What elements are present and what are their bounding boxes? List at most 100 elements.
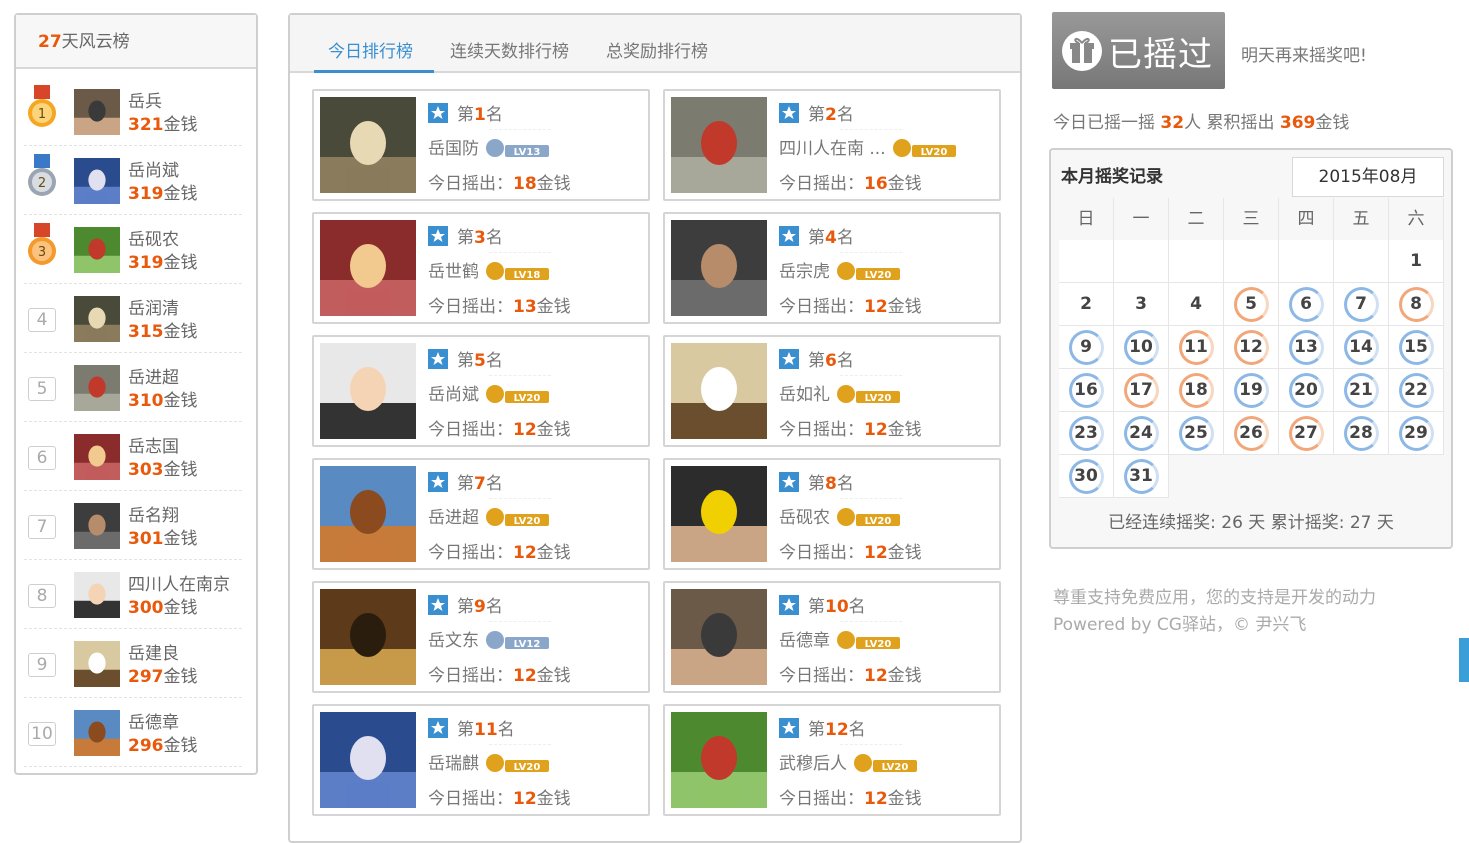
weekday-label: 日 [1059,198,1114,240]
already-shaken-button[interactable]: 已摇过 [1052,12,1225,89]
card-name-text[interactable]: 岳文东 [428,631,479,651]
avatar[interactable] [74,365,120,411]
stats-coins: 369 [1279,113,1316,133]
user-name[interactable]: 岳尚斌 [128,156,179,181]
ranking-card[interactable]: 第9名 岳文东 LV12 今日摇出：12金钱 [312,581,650,693]
level-badge-icon: LV20 [892,139,956,158]
card-user-name: 岳砚农 LV20 [779,503,902,528]
level-badge-icon: LV20 [854,754,917,773]
day-number: 21 [1349,380,1373,400]
user-name[interactable]: 岳砚农 [128,225,179,250]
leaderboard-row[interactable]: 2 岳尚斌 319金钱 [24,146,242,215]
user-name[interactable]: 岳名翔 [128,501,179,526]
place-label: 第8名 [779,469,854,494]
place-label: 第9名 [428,592,503,617]
day-number: 23 [1074,423,1098,443]
ranking-card[interactable]: 第6名 岳如礼 LV20 今日摇出：12金钱 [663,335,1001,447]
calendar-days: 1 2 3 4 5 6 7 8 9 10 11 12 13 14 15 16 17 18 19 20 21 22 23 24 2… [1059,240,1445,498]
leaderboard-row[interactable]: 1 岳兵 321金钱 [24,77,242,146]
ranking-card[interactable]: 第7名 岳进超 LV20 今日摇出：12金钱 [312,458,650,570]
user-name[interactable]: 岳兵 [128,87,162,112]
card-name-text[interactable]: 岳世鹤 [428,262,479,282]
ranking-card[interactable]: 第1名 岳国防 LV13 今日摇出：18金钱 [312,89,650,201]
star-icon [779,718,799,738]
day-number: 30 [1074,466,1098,486]
card-name-text[interactable]: 岳进超 [428,508,479,528]
user-photo[interactable] [671,466,767,562]
ranking-card[interactable]: 第3名 岳世鹤 LV18 今日摇出：13金钱 [312,212,650,324]
tab-consecutive[interactable]: 连续天数排行榜 [450,37,569,62]
calendar-day: 28 [1334,412,1389,455]
ranking-card[interactable]: 第12名 武穆后人 LV20 今日摇出：12金钱 [663,704,1001,816]
user-photo[interactable] [320,466,416,562]
amount-value: 12 [513,543,537,563]
amount-value: 12 [513,789,537,809]
avatar[interactable] [74,434,120,480]
avatar[interactable] [74,503,120,549]
user-photo[interactable] [320,589,416,685]
ranking-card[interactable]: 第2名 四川人在南 ... LV20 今日摇出：16金钱 [663,89,1001,201]
ranking-card[interactable]: 第5名 岳尚斌 LV20 今日摇出：12金钱 [312,335,650,447]
amount-value: 12 [864,420,888,440]
stats-mid: 人 累积摇出 [1184,113,1280,133]
card-name-text[interactable]: 岳砚农 [779,508,830,528]
card-name-text[interactable]: 岳国防 [428,139,479,159]
avatar[interactable] [74,227,120,273]
user-name[interactable]: 岳润清 [128,294,179,319]
user-name[interactable]: 岳德章 [128,708,179,733]
leaderboard-row[interactable]: 8 四川人在南京 300金钱 [24,560,242,629]
user-photo[interactable] [320,220,416,316]
user-name[interactable]: 岳志国 [128,432,179,457]
leaderboard-row[interactable]: 3 岳砚农 319金钱 [24,215,242,284]
leaderboard-row[interactable]: 7 岳名翔 301金钱 [24,491,242,560]
avatar[interactable] [74,89,120,135]
user-name[interactable]: 四川人在南京 [128,570,230,595]
user-photo[interactable] [671,220,767,316]
user-photo[interactable] [320,343,416,439]
leaderboard-row[interactable]: 4 岳润清 315金钱 [24,284,242,353]
avatar[interactable] [74,296,120,342]
card-name-text[interactable]: 岳尚斌 [428,385,479,405]
user-photo[interactable] [320,97,416,193]
card-name-text[interactable]: 四川人在南 ... [779,139,886,159]
side-float-tab[interactable] [1459,638,1469,682]
user-name[interactable]: 岳进超 [128,363,179,388]
tab-total[interactable]: 总奖励排行榜 [606,37,708,62]
ranking-card[interactable]: 第11名 岳瑞麒 LV20 今日摇出：12金钱 [312,704,650,816]
ranking-card[interactable]: 第8名 岳砚农 LV20 今日摇出：12金钱 [663,458,1001,570]
level-text: LV20 [514,516,541,527]
avatar[interactable] [74,710,120,756]
card-name-text[interactable]: 岳瑞麒 [428,754,479,774]
user-name[interactable]: 岳建良 [128,639,179,664]
card-name-text[interactable]: 岳如礼 [779,385,830,405]
leaderboard-row[interactable]: 9 岳建良 297金钱 [24,629,242,698]
coins-unit: 金钱 [163,667,198,687]
ranking-card[interactable]: 第10名 岳德章 LV20 今日摇出：12金钱 [663,581,1001,693]
card-name-text[interactable]: 岳德章 [779,631,830,651]
calendar-day: 14 [1334,326,1389,369]
amount-value: 12 [864,297,888,317]
leaderboard-row[interactable]: 5 岳进超 310金钱 [24,353,242,422]
calendar-day: 30 [1059,455,1114,498]
user-photo[interactable] [320,712,416,808]
place-prefix: 第 [808,351,825,371]
leaderboard-row[interactable]: 6 岳志国 303金钱 [24,422,242,491]
card-name-text[interactable]: 岳宗虎 [779,262,830,282]
month-selector[interactable]: 2015年08月 [1292,157,1444,197]
avatar[interactable] [74,158,120,204]
avatar[interactable] [74,572,120,618]
place-label: 第2名 [779,100,854,125]
user-photo[interactable] [671,343,767,439]
user-photo[interactable] [671,712,767,808]
amount-unit: 金钱 [887,174,922,194]
calendar-week: 16 17 18 19 20 21 22 [1059,369,1445,412]
user-photo[interactable] [671,589,767,685]
leaderboard-row[interactable]: 10 岳德章 296金钱 [24,698,242,767]
tab-today[interactable]: 今日排行榜 [328,37,413,62]
place-suffix: 名 [836,474,854,494]
card-name-text[interactable]: 武穆后人 [779,754,847,774]
ranking-card[interactable]: 第4名 岳宗虎 LV20 今日摇出：12金钱 [663,212,1001,324]
user-photo[interactable] [671,97,767,193]
card-user-name: 岳瑞麒 LV20 [428,749,551,774]
avatar[interactable] [74,641,120,687]
